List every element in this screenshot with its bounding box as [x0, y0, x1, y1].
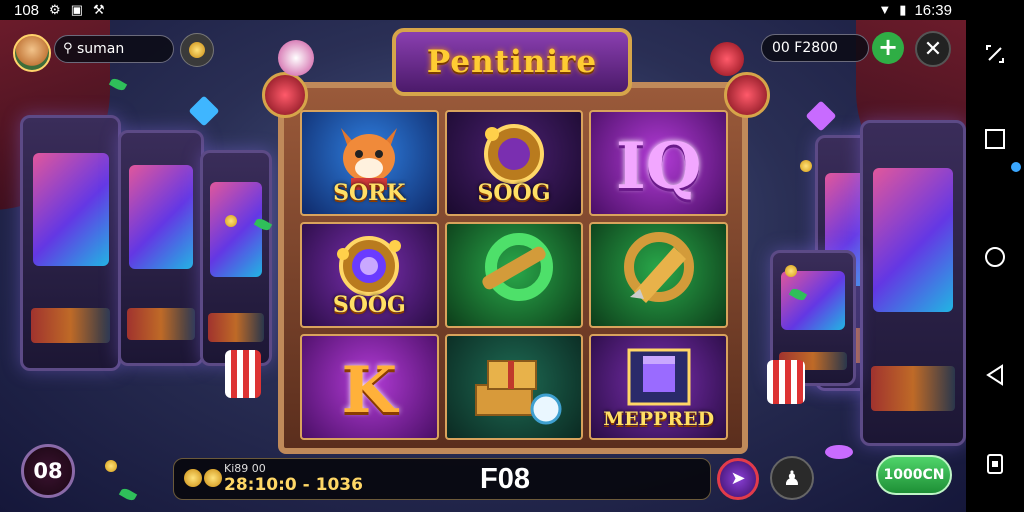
reel-cell: [444, 222, 584, 328]
gift-box-icon: [627, 348, 691, 406]
reel-cell: SOOG: [300, 222, 439, 328]
green-button-label: 1000CN: [883, 467, 945, 483]
game-title: Pentinire: [426, 44, 598, 80]
recents-icon[interactable]: [983, 127, 1007, 151]
navigation-bar: [966, 20, 1024, 512]
reel-cell: [444, 334, 584, 440]
username-pill[interactable]: ⚲ suman: [54, 35, 174, 63]
coin-decoration: [785, 265, 797, 277]
reel-cell: SOOG: [444, 110, 584, 216]
reel-cell: MEPPRED: [589, 334, 728, 440]
plus-icon: +: [877, 33, 899, 61]
coin-button[interactable]: [180, 33, 214, 67]
home-icon[interactable]: [983, 245, 1007, 269]
arcade-machine: [20, 115, 121, 371]
center-value: F08: [480, 463, 530, 495]
balance-pill: 00 F2800: [761, 34, 869, 62]
leaf-decoration: [118, 486, 138, 503]
reel-letter: K: [341, 353, 398, 428]
username-text: suman: [77, 41, 125, 57]
bell-ring-icon: [623, 231, 694, 303]
reel-cell: K: [300, 334, 439, 440]
status-bar: 108 ⚙ ▣ ⚒ ▼ ▮ 16:39: [0, 0, 1024, 20]
clock-right: 16:39: [914, 1, 952, 19]
search-icon: ⚲: [63, 41, 73, 56]
ornament-top-right: [724, 72, 770, 118]
mug-decoration: [767, 360, 805, 404]
spin-button[interactable]: ➤: [717, 458, 759, 500]
coin-icon: [184, 469, 202, 487]
bet-value: 28:10:0 - 1036: [224, 475, 363, 495]
coin-decoration: [105, 460, 117, 472]
screenshot-icon[interactable]: [983, 452, 1007, 476]
clock-left: 108: [14, 1, 40, 19]
close-button[interactable]: ✕: [915, 31, 951, 67]
coin-icon: [204, 469, 222, 487]
gem-decoration: [805, 100, 837, 132]
coin-decoration: [225, 215, 237, 227]
reel-cell: SORK: [300, 110, 439, 216]
arcade-machine: [860, 120, 966, 446]
bet-bar: Ki89 00 28:10:0 - 1036 F08: [173, 458, 711, 500]
wifi-icon: ▼: [878, 2, 892, 17]
reel-letters: IQ: [615, 129, 702, 204]
gem-decoration: [825, 445, 853, 459]
bet-label: Ki89 00: [224, 462, 266, 475]
leaf-decoration: [108, 76, 128, 93]
picture-icon: ▣: [70, 2, 83, 17]
scroll-ring-icon: [482, 232, 553, 301]
person-icon: ♟: [783, 466, 801, 490]
player-avatar[interactable]: [13, 34, 51, 72]
ornament-top-left-2: [278, 40, 314, 76]
reel-label: SOOG: [477, 180, 551, 206]
arcade-machine: [200, 150, 272, 366]
profile-button[interactable]: ♟: [770, 456, 814, 500]
screen-rotate-icon[interactable]: [983, 42, 1007, 66]
reel-grid[interactable]: SORK SOOG IQ SOOG K MEPPRED: [300, 110, 728, 440]
reel-cell: [589, 222, 728, 328]
back-icon[interactable]: [983, 363, 1007, 387]
coin-icon: [189, 42, 205, 58]
level-badge[interactable]: 08: [21, 444, 75, 498]
balance-text: 00 F2800: [772, 40, 838, 56]
treasure-boxes-icon: [474, 360, 562, 425]
game-title-plate: Pentinire: [392, 28, 632, 96]
ornament-top-right-2: [710, 42, 744, 76]
arrow-icon: ➤: [730, 468, 746, 489]
battery-icon: ▮: [899, 2, 907, 17]
notification-dot-icon: [1011, 162, 1021, 172]
android-icon: ⚙: [49, 2, 61, 17]
arcade-machine: [118, 130, 204, 366]
reel-label: MEPPRED: [603, 408, 715, 430]
reel-label: SORK: [333, 180, 406, 206]
level-text: 08: [33, 459, 63, 483]
green-action-button[interactable]: 1000CN: [876, 455, 952, 495]
reel-cell: IQ: [589, 110, 728, 216]
tool-icon: ⚒: [92, 2, 105, 17]
reel-label: SOOG: [332, 292, 406, 318]
add-funds-button[interactable]: +: [872, 32, 904, 64]
gem-decoration: [188, 95, 220, 127]
mug-decoration: [225, 350, 261, 398]
coin-decoration: [800, 160, 812, 172]
close-icon: ✕: [923, 37, 943, 62]
